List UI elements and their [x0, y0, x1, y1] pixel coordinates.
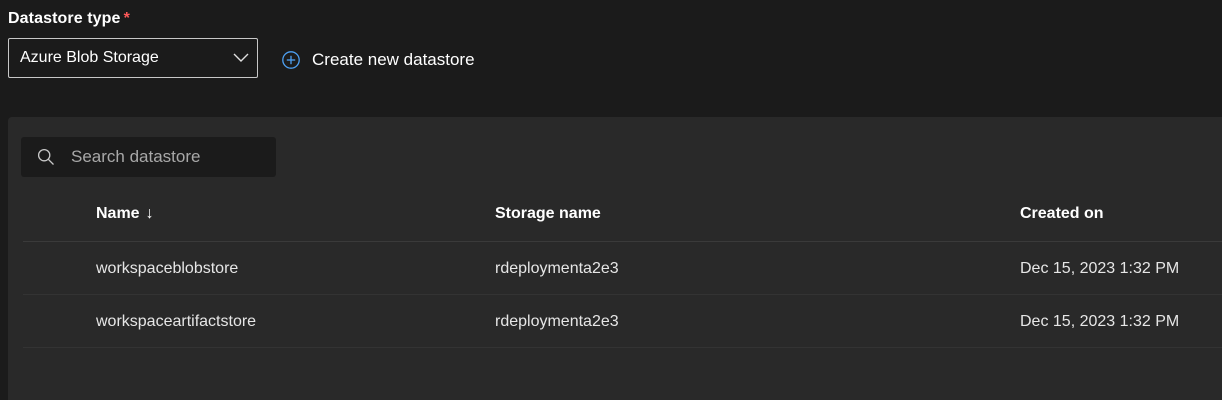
cell-name[interactable]: workspaceblobstore [96, 260, 238, 278]
table-row[interactable]: workspaceartifactstore rdeploymenta2e3 D… [23, 295, 1222, 348]
create-new-datastore-label: Create new datastore [312, 50, 475, 69]
add-circle-icon [282, 51, 300, 69]
datastore-list-panel: Name ↓ Storage name Created on workspaceb… [8, 117, 1222, 400]
search-box[interactable] [21, 137, 276, 177]
datastore-type-label-text: Datastore type [8, 10, 121, 27]
column-header-name[interactable]: Name ↓ [96, 205, 154, 223]
datastore-type-dropdown[interactable]: Azure Blob Storage [8, 38, 258, 78]
search-icon [37, 148, 54, 165]
column-header-created-on[interactable]: Created on [1020, 205, 1104, 223]
required-marker: * [123, 10, 130, 27]
datastore-type-label: Datastore type * [8, 10, 130, 28]
cell-name[interactable]: workspaceartifactstore [96, 313, 256, 331]
cell-storage-name: rdeploymenta2e3 [495, 313, 619, 330]
search-input[interactable] [71, 137, 266, 177]
table-row[interactable]: workspaceblobstore rdeploymenta2e3 Dec 1… [23, 242, 1222, 295]
cell-created-on: Dec 15, 2023 1:32 PM [1020, 313, 1180, 330]
datastore-type-selected-value: Azure Blob Storage [20, 49, 159, 66]
cell-storage-name: rdeploymenta2e3 [495, 260, 619, 277]
column-header-storage-name[interactable]: Storage name [495, 205, 601, 223]
column-header-name-label: Name [96, 205, 140, 222]
chevron-down-icon [233, 53, 249, 62]
cell-created-on: Dec 15, 2023 1:32 PM [1020, 260, 1180, 277]
datastore-selection-page: Datastore type * Azure Blob Storage Creat… [0, 0, 1222, 400]
table-header: Name ↓ Storage name Created on [23, 189, 1222, 242]
sort-descending-icon: ↓ [145, 205, 154, 222]
create-new-datastore-button[interactable]: Create new datastore [281, 48, 475, 72]
